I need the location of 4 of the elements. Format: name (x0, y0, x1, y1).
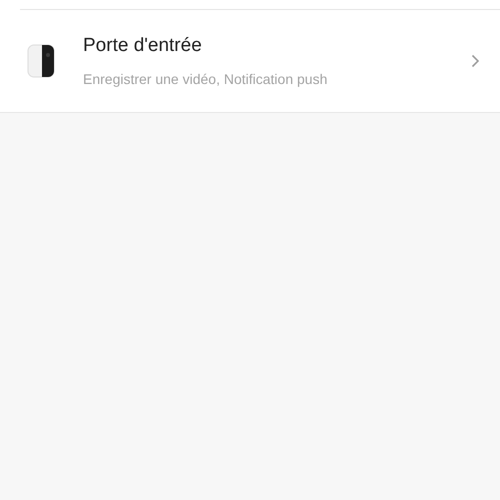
chevron-right-icon (471, 54, 480, 68)
device-name: Porte d'entrée (83, 35, 203, 57)
camera-icon (25, 43, 57, 79)
device-features: Enregistrer une vidéo, Notification push (83, 71, 328, 87)
